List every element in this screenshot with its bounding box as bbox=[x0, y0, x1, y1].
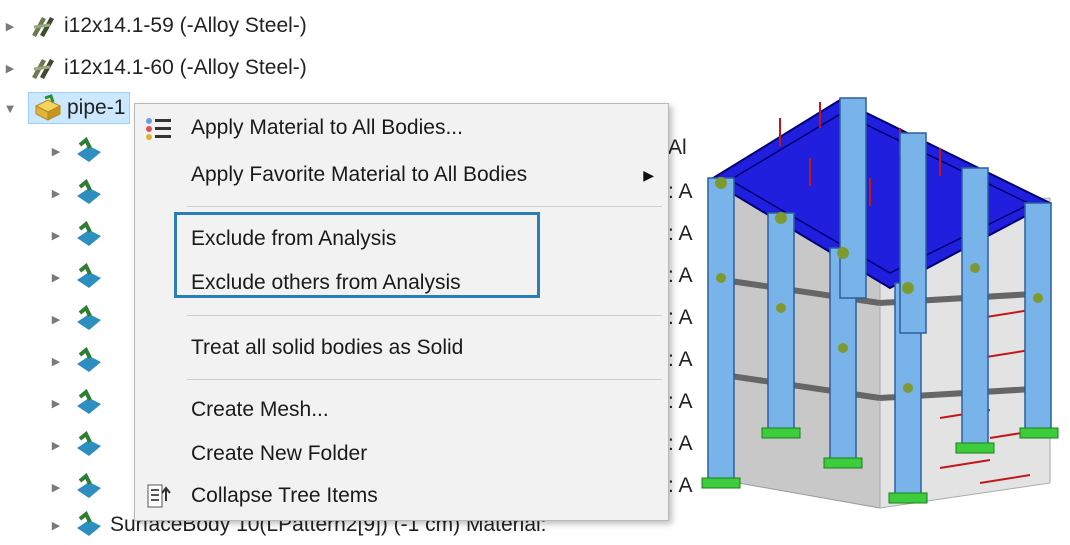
beam-body-icon bbox=[32, 17, 54, 37]
clipped-label: : A bbox=[668, 474, 693, 497]
menu-item-create-folder[interactable]: Create New Folder bbox=[135, 433, 668, 475]
menu-item-label: Apply Favorite Material to All Bodies bbox=[191, 163, 528, 186]
clipped-label: : A bbox=[668, 390, 693, 413]
menu-item-label: Create New Folder bbox=[191, 442, 368, 465]
tree-row-selected[interactable]: ▼ pipe-1 bbox=[0, 88, 131, 128]
clipped-label: : A bbox=[668, 264, 693, 287]
surface-body-icon bbox=[77, 220, 101, 246]
menu-item-apply-favorite-material[interactable]: Apply Favorite Material to All Bodies ▶ bbox=[135, 154, 668, 196]
expand-arrow-icon[interactable]: ▶ bbox=[0, 20, 20, 33]
clipped-label: : A bbox=[668, 180, 693, 203]
surface-body-icon bbox=[77, 346, 101, 372]
surface-body-icon bbox=[77, 136, 101, 162]
menu-item-label: Treat all solid bodies as Solid bbox=[191, 336, 464, 359]
menu-separator bbox=[187, 206, 662, 207]
expand-arrow-icon[interactable]: ▶ bbox=[46, 439, 66, 452]
material-list-icon bbox=[146, 118, 171, 140]
surface-body-icon bbox=[77, 510, 101, 536]
highlight-box bbox=[174, 212, 540, 298]
tree-child-row[interactable]: ▶ bbox=[46, 341, 110, 381]
expand-arrow-icon[interactable]: ▶ bbox=[46, 187, 66, 200]
menu-item-label: Collapse Tree Items bbox=[191, 484, 378, 507]
expand-arrow-icon[interactable]: ▶ bbox=[0, 62, 20, 75]
tree-child-row[interactable]: ▶ bbox=[46, 173, 110, 213]
tree-child-row[interactable]: ▶ bbox=[46, 299, 110, 339]
menu-item-apply-material-all[interactable]: Apply Material to All Bodies... bbox=[135, 107, 668, 149]
submenu-arrow-icon: ▶ bbox=[643, 166, 654, 183]
expand-arrow-icon[interactable]: ▶ bbox=[46, 313, 66, 326]
model-viewport[interactable] bbox=[690, 88, 1070, 518]
tree-row[interactable]: ▶ i12x14.1-60 (-Alloy Steel-) bbox=[0, 48, 307, 88]
clipped-label: : A bbox=[668, 348, 693, 371]
beam-body-icon bbox=[32, 59, 54, 79]
menu-item-label: Apply Material to All Bodies... bbox=[191, 116, 463, 139]
shell-folder-icon bbox=[34, 94, 62, 121]
tree-child-row[interactable]: ▶ bbox=[46, 257, 110, 297]
tree-child-row[interactable]: ▶ bbox=[46, 467, 110, 507]
expand-arrow-icon[interactable]: ▶ bbox=[46, 145, 66, 158]
clipped-label: : A bbox=[668, 306, 693, 329]
surface-body-icon bbox=[77, 178, 101, 204]
tree-row[interactable]: ▶ i12x14.1-59 (-Alloy Steel-) bbox=[0, 6, 307, 46]
tree-row-label: i12x14.1-59 (-Alloy Steel-) bbox=[64, 14, 307, 37]
surface-body-icon bbox=[77, 388, 101, 414]
surface-body-icon bbox=[77, 472, 101, 498]
clipped-label: : A bbox=[668, 222, 693, 245]
surface-body-icon bbox=[77, 262, 101, 288]
expand-arrow-icon[interactable]: ▶ bbox=[46, 229, 66, 242]
tree-child-row[interactable]: ▶ bbox=[46, 215, 110, 255]
menu-item-create-mesh[interactable]: Create Mesh... bbox=[135, 389, 668, 431]
menu-item-label: Create Mesh... bbox=[191, 398, 329, 421]
collapse-arrow-icon[interactable]: ▼ bbox=[0, 101, 20, 116]
tree-row-label: pipe-1 bbox=[67, 96, 126, 119]
tree-row-label: i12x14.1-60 (-Alloy Steel-) bbox=[64, 56, 307, 79]
collapse-tree-icon bbox=[147, 484, 171, 508]
surface-body-icon bbox=[77, 304, 101, 330]
clipped-label: : A bbox=[668, 432, 693, 455]
expand-arrow-icon[interactable]: ▶ bbox=[46, 355, 66, 368]
menu-item-treat-solid[interactable]: Treat all solid bodies as Solid bbox=[135, 327, 668, 369]
expand-arrow-icon[interactable]: ▶ bbox=[46, 397, 66, 410]
surface-body-icon bbox=[77, 430, 101, 456]
clipped-label: Al bbox=[668, 136, 687, 159]
tree-child-row[interactable]: ▶ bbox=[46, 131, 110, 171]
menu-item-collapse-tree[interactable]: Collapse Tree Items bbox=[135, 475, 668, 517]
expand-arrow-icon[interactable]: ▶ bbox=[46, 271, 66, 284]
menu-separator bbox=[187, 315, 662, 316]
menu-separator bbox=[187, 379, 662, 380]
tree-child-row[interactable]: ▶ bbox=[46, 383, 110, 423]
selected-item[interactable]: pipe-1 bbox=[28, 92, 131, 124]
expand-arrow-icon[interactable]: ▶ bbox=[46, 481, 66, 494]
expand-arrow-icon[interactable]: ▶ bbox=[46, 519, 66, 532]
tree-child-row[interactable]: ▶ bbox=[46, 425, 110, 465]
context-menu: Apply Material to All Bodies... Apply Fa… bbox=[134, 103, 669, 521]
